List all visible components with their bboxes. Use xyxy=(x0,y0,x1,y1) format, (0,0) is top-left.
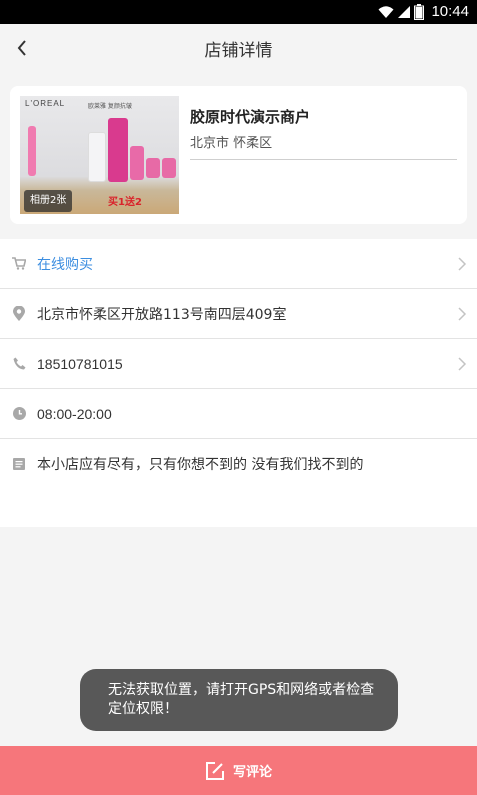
store-card: L'OREAL 欧莱雅 复颜抗皱 买1送2 相册2张 胶原时代演示商户 北京市 … xyxy=(10,86,467,224)
store-description: 本小店应有尽有，只有你想不到的 没有我们找不到的 xyxy=(37,457,364,473)
write-comment-label: 写评论 xyxy=(232,765,272,780)
buy-online-row[interactable]: 在线购买 xyxy=(0,239,477,289)
chevron-right-icon xyxy=(458,306,467,321)
edit-icon xyxy=(205,761,224,780)
battery-icon xyxy=(414,3,425,20)
description-row: 本小店应有尽有，只有你想不到的 没有我们找不到的 xyxy=(0,439,477,489)
status-bar: 10:44 xyxy=(0,0,477,24)
address-row[interactable]: 北京市怀柔区开放路113号南四层409室 xyxy=(0,289,477,339)
product-bottle xyxy=(88,132,106,182)
nav-bar: 店铺详情 xyxy=(0,24,477,72)
wifi-icon xyxy=(378,5,394,18)
write-comment-button[interactable]: 写评论 xyxy=(0,746,477,795)
store-info-list: 在线购买 北京市怀柔区开放路113号南四层409室 18510781015 08… xyxy=(0,239,477,527)
chevron-right-icon xyxy=(458,356,467,371)
divider xyxy=(190,159,457,160)
store-address: 北京市怀柔区开放路113号南四层409室 xyxy=(37,306,287,323)
cart-icon xyxy=(12,257,26,271)
chevron-right-icon xyxy=(458,256,467,271)
phone-row[interactable]: 18510781015 xyxy=(0,339,477,389)
document-icon xyxy=(12,457,26,471)
location-error-toast: 无法获取位置，请打开GPS和网络或者检查定位权限！ xyxy=(80,669,398,731)
store-name: 胶原时代演示商户 xyxy=(190,108,311,126)
status-icons: 10:44 xyxy=(378,3,469,20)
album-badge[interactable]: 相册2张 xyxy=(24,190,73,212)
image-tagline-text: 欧莱雅 复颜抗皱 xyxy=(88,103,132,110)
buy-online-link[interactable]: 在线购买 xyxy=(37,254,93,274)
status-time: 10:44 xyxy=(431,3,469,20)
page-title: 店铺详情 xyxy=(204,41,273,61)
cell-signal-icon xyxy=(398,5,411,18)
store-phone: 18510781015 xyxy=(37,355,123,372)
store-image[interactable]: L'OREAL 欧莱雅 复颜抗皱 买1送2 相册2张 xyxy=(20,96,179,214)
store-district: 北京市 怀柔区 xyxy=(190,136,273,151)
hours-row: 08:00-20:00 xyxy=(0,389,477,439)
image-promo-text: 买1送2 xyxy=(108,197,142,208)
product-jar xyxy=(162,158,176,178)
product-jar xyxy=(146,158,160,178)
phone-icon xyxy=(12,357,26,371)
location-pin-icon xyxy=(12,306,26,321)
product-bottle xyxy=(130,146,144,180)
clock-icon xyxy=(12,407,26,421)
product-tube xyxy=(28,126,36,176)
image-brand-text: L'OREAL xyxy=(25,99,66,108)
business-hours: 08:00-20:00 xyxy=(37,405,112,422)
product-bottle xyxy=(108,118,128,182)
